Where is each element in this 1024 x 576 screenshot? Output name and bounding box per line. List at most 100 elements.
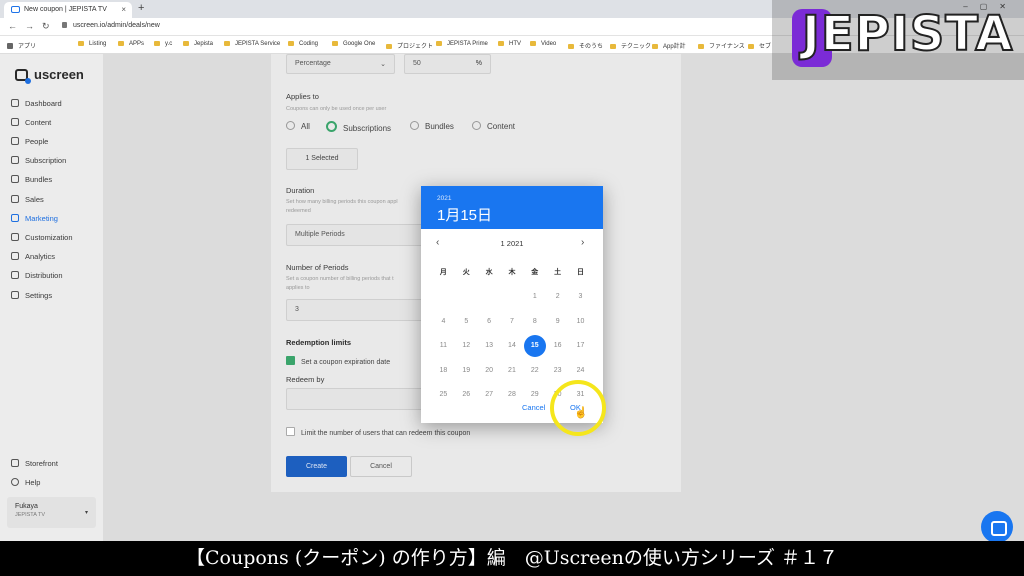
next-month-icon[interactable]: › [581,237,584,248]
radio-bundles[interactable]: Bundles [410,121,454,131]
calendar-day[interactable]: 3 [569,293,592,300]
calendar-day[interactable]: 16 [546,342,569,349]
sidebar-item-marketing[interactable]: Marketing [11,214,58,223]
duration-select[interactable]: Multiple Periods [286,224,426,246]
calendar-day[interactable]: 5 [455,318,478,325]
bookmark-item[interactable]: Listing [78,41,106,47]
calendar-day[interactable]: 1 [523,293,546,300]
bookmark-item[interactable]: App計計 [652,41,686,50]
sidebar-item-subscription[interactable]: Subscription [11,156,66,165]
radio-all[interactable]: All [286,121,310,131]
sidebar-item-storefront[interactable]: Storefront [11,459,58,468]
periods-hint: Set a coupon number of billing periods t… [286,276,394,282]
radio-subscriptions[interactable]: Subscriptions [326,121,391,133]
discount-type-value: Percentage [295,60,331,67]
bookmark-item[interactable]: APPs [118,41,144,47]
discount-type-select[interactable]: Percentage ⌄ [286,54,395,74]
radio-content[interactable]: Content [472,121,515,131]
calendar-day[interactable]: 21 [501,367,524,374]
sidebar-item-help[interactable]: Help [11,478,40,487]
calendar-day[interactable]: 26 [455,391,478,398]
calendar-day[interactable]: 4 [432,318,455,325]
date-picker-cancel-button[interactable]: Cancel [522,403,545,412]
sidebar-item-content[interactable]: Content [11,118,51,127]
bookmark-item[interactable]: アプリ [7,41,36,50]
bookmark-item[interactable]: ファイナンス [698,41,745,50]
calendar-day[interactable]: 17 [569,342,592,349]
sidebar-item-analytics[interactable]: Analytics [11,252,55,261]
sidebar-item-distribution[interactable]: Distribution [11,271,63,280]
periods-hint-2: applies to [286,285,310,291]
expiration-checkbox[interactable]: Set a coupon expiration date [286,356,390,366]
calendar-day[interactable]: 29 [523,391,546,398]
user-menu[interactable]: Fukaya JEPISTA TV ▾ [7,497,96,528]
date-picker-year[interactable]: 2021 [437,195,603,202]
tab-close-icon[interactable]: × [121,5,126,14]
calendar-day[interactable]: 2 [546,293,569,300]
bookmark-item[interactable]: Coding [288,41,318,47]
browser-tab[interactable]: New coupon | JEPISTA TV × [4,2,132,18]
calendar-day[interactable]: 22 [523,367,546,374]
bookmark-item[interactable]: JEPISTA Service [224,41,280,47]
calendar-day[interactable]: 12 [455,342,478,349]
reload-icon[interactable]: ↻ [42,21,50,32]
redeem-by-input[interactable] [286,388,426,410]
create-button[interactable]: Create [286,456,347,477]
bookmark-item[interactable]: Google One [332,41,375,47]
bookmark-item[interactable]: テクニック [610,41,651,50]
calendar-day[interactable]: 7 [501,318,524,325]
calendar-day[interactable]: 18 [432,367,455,374]
bookmark-item[interactable]: HTV [498,41,521,47]
limit-users-checkbox[interactable]: Limit the number of users that can redee… [286,427,470,437]
url-field[interactable]: uscreen.io/admin/deals/new [62,22,160,29]
bookmark-item[interactable]: Jepista [183,41,213,47]
sidebar-item-settings[interactable]: Settings [11,291,52,300]
calendar-day[interactable]: 13 [478,342,501,349]
sidebar-item-bundles[interactable]: Bundles [11,175,52,184]
sidebar-item-sales[interactable]: Sales [11,195,44,204]
chat-icon[interactable] [981,511,1013,541]
calendar-day[interactable]: 6 [478,318,501,325]
bookmark-item[interactable]: JEPISTA Prime [436,41,488,47]
sidebar-item-label: Distribution [25,271,63,280]
calendar-day[interactable]: 19 [455,367,478,374]
calendar-day-number: 6 [487,317,492,325]
weekday-label: 火 [462,269,470,277]
bookmark-item[interactable]: y.c [154,41,172,47]
sidebar-item-customization[interactable]: Customization [11,233,73,242]
sidebar-item-dashboard[interactable]: Dashboard [11,99,62,108]
favicon-icon [11,6,20,13]
periods-input[interactable]: 3 [286,299,426,321]
sidebar-item-people[interactable]: People [11,137,48,146]
calendar-day-selected[interactable]: 15 [523,334,546,357]
back-icon[interactable]: ← [8,21,17,31]
calendar-day-number: 3 [578,293,583,301]
discount-value-input[interactable]: 50% [404,54,491,74]
new-tab-button[interactable]: + [138,2,144,14]
brand-logo[interactable]: uscreen [15,67,84,84]
calendar-day[interactable]: 25 [432,391,455,398]
calendar-day[interactable]: 28 [501,391,524,398]
calendar-day[interactable]: 24 [569,367,592,374]
calendar-day-number: 14 [508,342,516,350]
bookmark-item[interactable]: セブ [748,41,771,50]
calendar-day[interactable]: 20 [478,367,501,374]
calendar-week-row: 18 19 20 21 22 23 24 [432,358,592,383]
calendar-day[interactable]: 11 [432,342,455,349]
cancel-button[interactable]: Cancel [350,456,412,477]
forward-icon[interactable]: → [25,21,34,31]
calendar-day[interactable]: 8 [523,318,546,325]
applies-to-hint: Coupons can only be used once per user [286,106,387,112]
bookmark-item[interactable]: そのうち [568,41,603,50]
sidebar-item-label: Subscription [25,156,67,165]
selected-items-button[interactable]: 1 Selected [286,148,358,170]
calendar-day[interactable]: 27 [478,391,501,398]
calendar-day[interactable]: 10 [569,318,592,325]
calendar-day-number: 7 [510,317,514,325]
bookmark-item[interactable]: プロジェクト [386,41,433,50]
bookmark-item[interactable]: Video [530,41,556,47]
distribution-icon [11,271,19,279]
calendar-day[interactable]: 9 [546,318,569,325]
calendar-day[interactable]: 23 [546,367,569,374]
calendar-day[interactable]: 14 [501,342,524,349]
